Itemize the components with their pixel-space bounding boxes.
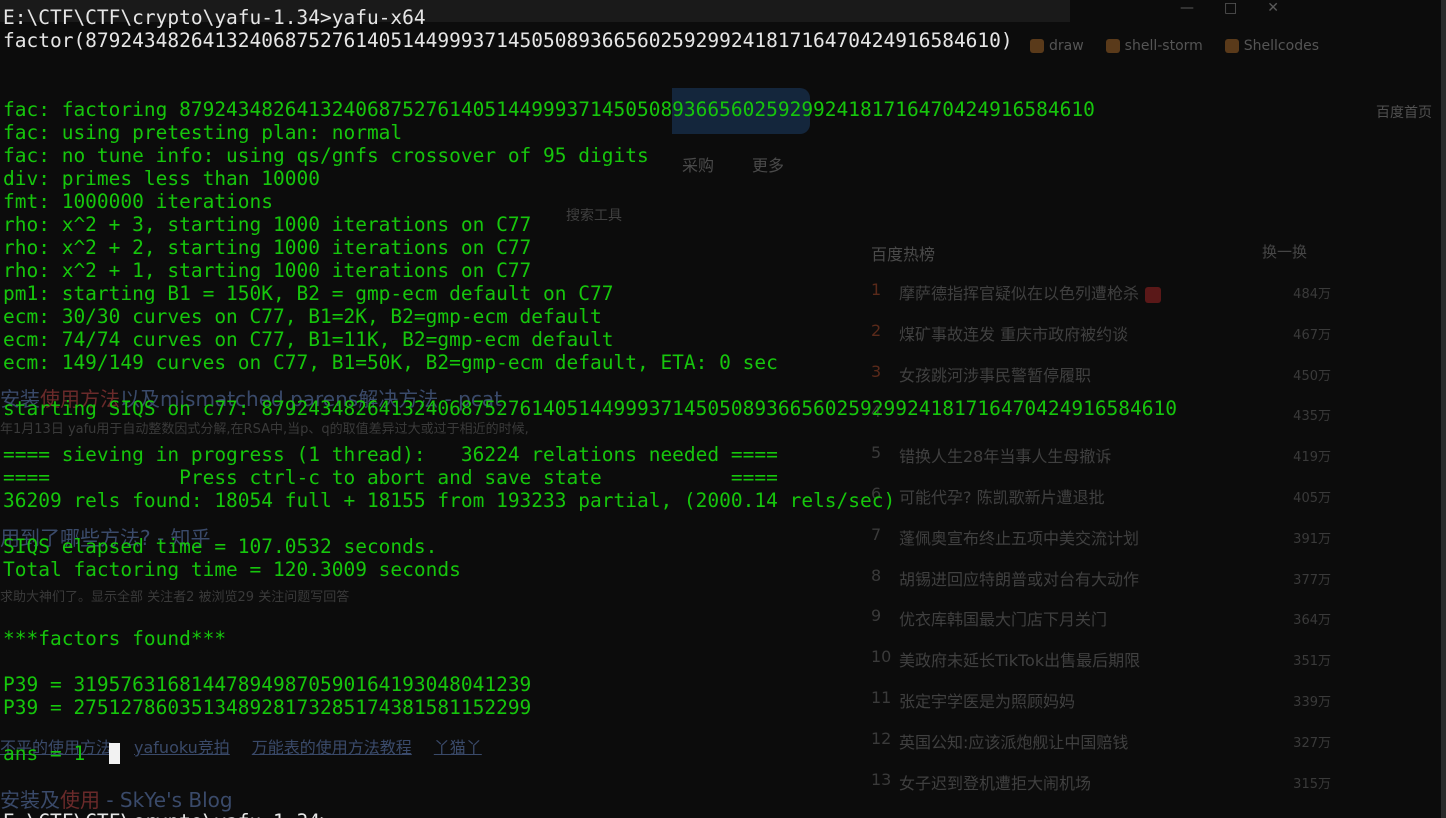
terminal-output-line: starting SIQS on c77: 879243482641324068… [3, 397, 1177, 420]
terminal-output-line: ==== Press ctrl-c to abort and save stat… [3, 466, 778, 489]
terminal-output-line: rho: x^2 + 3, starting 1000 iterations o… [3, 213, 532, 236]
desktop-screen: — □ ✕ draw shell-storm Shellcodes 百度首页 采… [0, 0, 1446, 818]
terminal-output-line: P39 = 2751278603513489281732851743815811… [3, 696, 532, 719]
terminal-output-line: fmt: 1000000 iterations [3, 190, 274, 213]
terminal-output-line: fac: factoring 8792434826413240687527614… [3, 98, 1095, 121]
terminal-output-line: pm1: starting B1 = 150K, B2 = gmp-ecm de… [3, 282, 614, 305]
terminal-output-line: 36209 rels found: 18054 full + 18155 fro… [3, 489, 896, 512]
terminal-output-line: fac: no tune info: using qs/gnfs crossov… [3, 144, 649, 167]
text-cursor [108, 743, 120, 764]
terminal-prompt-line: E:\CTF\CTF\crypto\yafu-1.34>yafu-x64 [3, 6, 426, 29]
terminal-output-line: rho: x^2 + 1, starting 1000 iterations o… [3, 259, 532, 282]
terminal-output-line: ecm: 74/74 curves on C77, B1=11K, B2=gmp… [3, 328, 614, 351]
terminal-command-line: factor(879243482641324068752761405144999… [3, 29, 1013, 52]
terminal-output-line: P39 = 3195763168144789498705901641930480… [3, 673, 532, 696]
terminal-output-line: Total factoring time = 120.3009 seconds [3, 558, 461, 581]
terminal-output-line: fac: using pretesting plan: normal [3, 121, 403, 144]
terminal-output-line: ***factors found*** [3, 627, 227, 650]
terminal-output-line: SIQS elapsed time = 107.0532 seconds. [3, 535, 438, 558]
terminal-scrollbar[interactable] [1441, 0, 1446, 818]
terminal-output-line: div: primes less than 10000 [3, 167, 320, 190]
terminal-output-line: ==== sieving in progress (1 thread): 362… [3, 443, 778, 466]
terminal-window[interactable]: E:\CTF\CTF\crypto\yafu-1.34>yafu-x64 fac… [0, 0, 1446, 818]
terminal-output-line: ecm: 149/149 curves on C77, B1=50K, B2=g… [3, 351, 778, 374]
terminal-output-line: ans = 1 [3, 742, 120, 765]
terminal-output-line: ecm: 30/30 curves on C77, B1=2K, B2=gmp-… [3, 305, 602, 328]
terminal-next-prompt: E:\CTF\CTF\crypto\yafu-1.34> [3, 810, 332, 818]
terminal-output-line: rho: x^2 + 2, starting 1000 iterations o… [3, 236, 532, 259]
